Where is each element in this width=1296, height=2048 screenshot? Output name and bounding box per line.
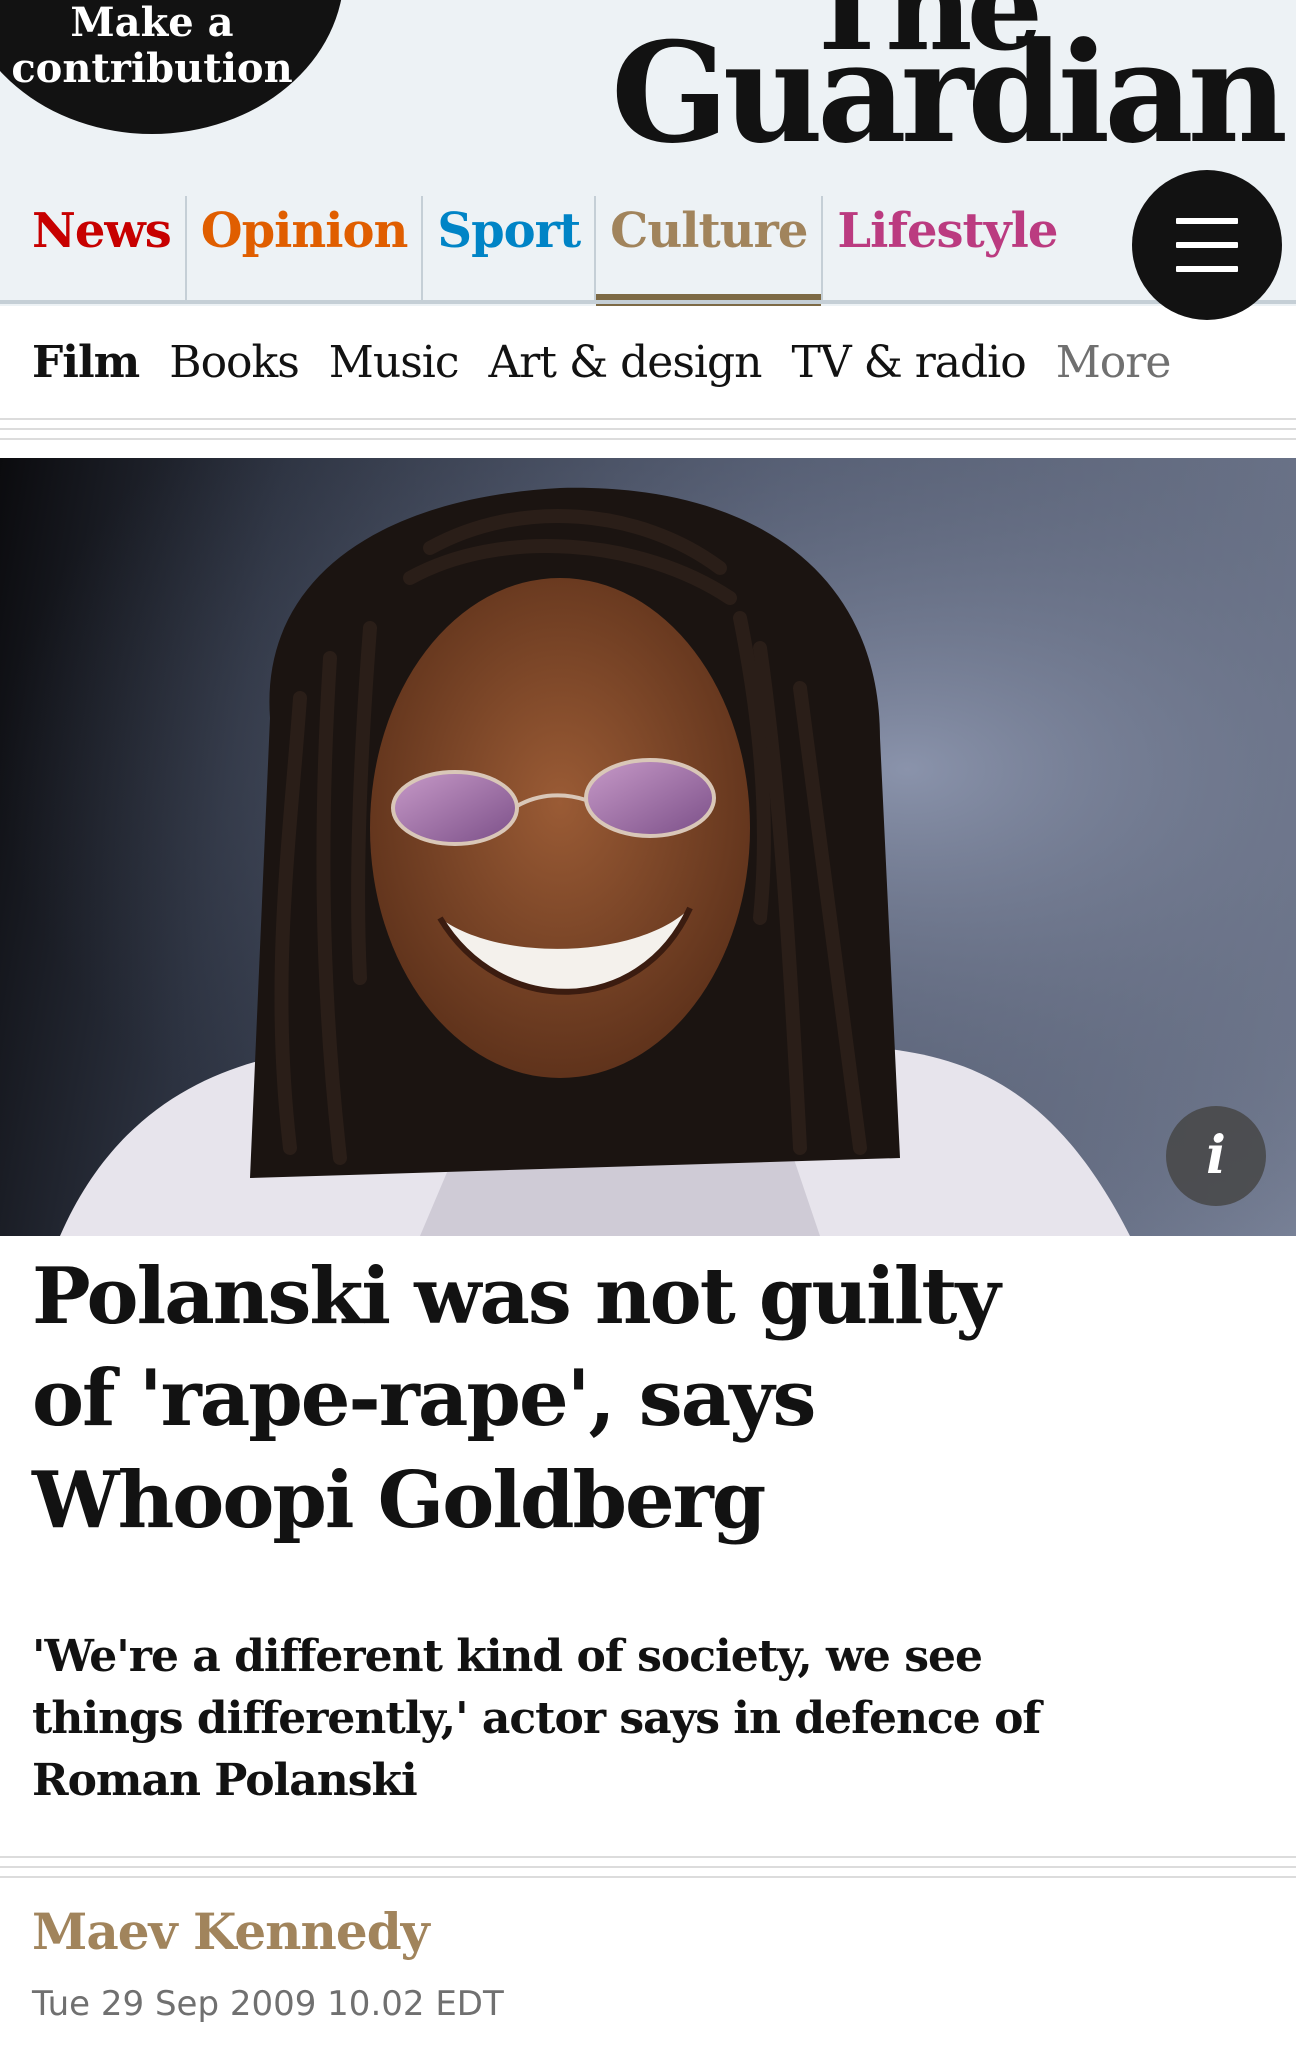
subnav-item-books[interactable]: Books <box>169 337 300 388</box>
subnav-item-art-design[interactable]: Art & design <box>488 337 762 388</box>
publish-date: Tue 29 Sep 2009 10.02 EDT <box>32 1984 504 2024</box>
contribute-label-line2: contribution <box>11 45 293 92</box>
section-subnav: Film Books Music Art & design TV & radio… <box>0 306 1296 418</box>
pillar-sport[interactable]: Sport <box>423 196 597 302</box>
make-contribution-button[interactable]: Make a contribution <box>0 0 344 134</box>
pillar-nav: News Opinion Sport Culture Lifestyle <box>0 196 1071 306</box>
image-info-button[interactable]: i <box>1166 1106 1266 1206</box>
article-standfirst: 'We're a different kind of society, we s… <box>32 1631 1041 1806</box>
meta-divider <box>0 1856 1296 1886</box>
pillar-culture[interactable]: Culture <box>596 196 824 306</box>
subnav-more-link[interactable]: More <box>1056 337 1172 388</box>
article-headline: Polanski was not guilty of 'rape-rape', … <box>32 1251 1001 1546</box>
menu-button[interactable] <box>1132 170 1282 320</box>
pillar-opinion[interactable]: Opinion <box>187 196 424 302</box>
pillar-lifestyle[interactable]: Lifestyle <box>823 196 1071 302</box>
pillar-news[interactable]: News <box>0 196 187 302</box>
logo-guardian: Guardian <box>611 11 1288 174</box>
guardian-logo[interactable]: The Guardian <box>611 0 1288 174</box>
author-byline-link[interactable]: Maev Kennedy <box>32 1902 430 1961</box>
subnav-divider <box>0 418 1296 448</box>
header-divider <box>0 300 1296 304</box>
hero-image <box>0 458 1296 1236</box>
subnav-item-tv-radio[interactable]: TV & radio <box>791 337 1026 388</box>
portrait-illustration <box>0 458 1296 1236</box>
subnav-item-music[interactable]: Music <box>329 337 460 388</box>
masthead: Make a contribution The Guardian News Op… <box>0 0 1296 306</box>
contribute-label-line1: Make a <box>70 0 234 46</box>
subnav-item-film[interactable]: Film <box>32 337 140 388</box>
info-icon: i <box>1206 1125 1226 1186</box>
